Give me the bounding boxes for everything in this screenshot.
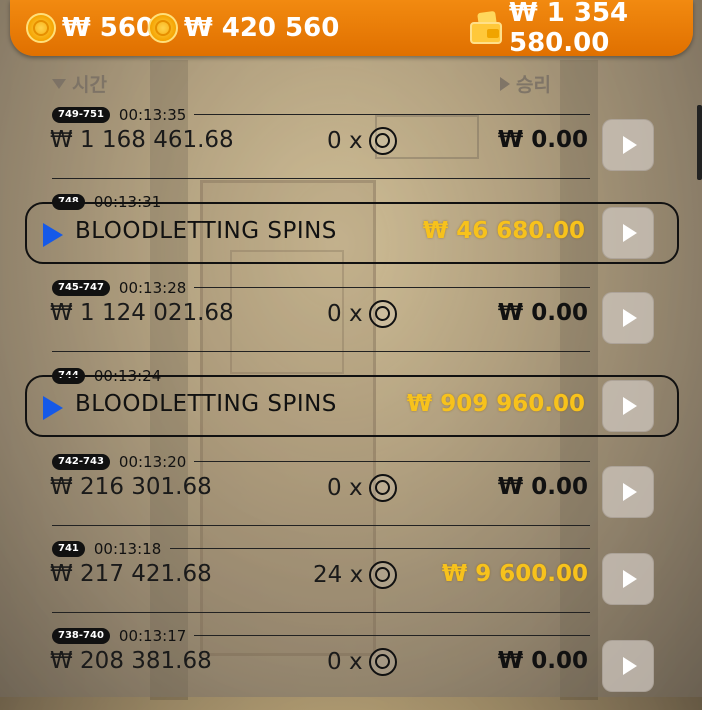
- coin-icon: [148, 13, 178, 43]
- feature-label: BLOODLETTING SPINS: [75, 391, 337, 417]
- feature-label: BLOODLETTING SPINS: [75, 218, 337, 244]
- coins-total-value: ₩ 420 560: [184, 13, 340, 43]
- replay-button[interactable]: [602, 119, 654, 171]
- chip-count: 24 x: [313, 561, 398, 589]
- win-amount: ₩ 9 600.00: [441, 561, 588, 587]
- play-arrow-icon: [43, 223, 63, 247]
- history-row: 749-751 00:13:35 ₩ 1 168 461.68 0 x ₩ 0.…: [0, 105, 702, 189]
- bet-amount: ₩ 208 381.68: [50, 648, 212, 674]
- win-amount: ₩ 0.00: [497, 474, 588, 500]
- play-icon: [623, 570, 637, 588]
- chip-icon: [368, 648, 397, 676]
- row-time: 00:13:35: [118, 106, 187, 124]
- play-icon: [623, 657, 637, 675]
- feature-win: ₩ 909 960.00: [406, 391, 585, 417]
- replay-button[interactable]: [602, 380, 654, 432]
- column-header-time[interactable]: 시간: [52, 70, 107, 97]
- history-row: 741 00:13:18 ₩ 217 421.68 24 x ₩ 9 600.0…: [0, 539, 702, 623]
- feature-box: BLOODLETTING SPINS ₩ 46 680.00: [25, 202, 679, 264]
- play-icon: [623, 397, 637, 415]
- replay-button[interactable]: [602, 292, 654, 344]
- chip-icon: [368, 127, 397, 155]
- row-time: 00:13:20: [118, 453, 187, 471]
- feature-win: ₩ 46 680.00: [422, 218, 585, 244]
- round-badge: 741: [52, 541, 85, 557]
- replay-button[interactable]: [602, 553, 654, 605]
- chip-icon: [369, 561, 398, 589]
- replay-button[interactable]: [602, 640, 654, 692]
- coin-icon: [26, 13, 56, 43]
- bet-amount: ₩ 216 301.68: [50, 474, 212, 500]
- round-badge: 742-743: [52, 454, 110, 470]
- balance: ₩ 1 354 580.00: [470, 0, 693, 58]
- win-amount: ₩ 0.00: [497, 300, 588, 326]
- history-row-feature: 744 00:13:24 BLOODLETTING SPINS ₩ 909 96…: [0, 366, 702, 450]
- coins-total: ₩ 420 560: [148, 8, 339, 48]
- coins-small-value: ₩ 560: [62, 13, 155, 43]
- chip-icon: [368, 474, 397, 502]
- play-icon: [623, 136, 637, 154]
- bet-amount: ₩ 217 421.68: [50, 561, 212, 587]
- chip-icon: [368, 300, 397, 328]
- history-row: 738-740 00:13:17 ₩ 208 381.68 0 x ₩ 0.00: [0, 626, 702, 710]
- chip-count: 0 x: [327, 648, 397, 676]
- history-row: 745-747 00:13:28 ₩ 1 124 021.68 0 x ₩ 0.…: [0, 278, 702, 362]
- round-badge: 738-740: [52, 628, 110, 644]
- play-arrow-icon: [43, 396, 63, 420]
- round-badge: 745-747: [52, 280, 110, 296]
- play-icon: [623, 309, 637, 327]
- bet-amount: ₩ 1 124 021.68: [50, 300, 234, 326]
- play-icon: [623, 483, 637, 501]
- column-header-win[interactable]: 승리: [500, 70, 551, 97]
- top-bar: ₩ 560 ₩ 420 560 ₩ 1 354 580.00: [10, 0, 693, 58]
- bet-amount: ₩ 1 168 461.68: [50, 127, 234, 153]
- wallet-icon: [470, 10, 502, 44]
- sort-down-icon: [52, 78, 66, 89]
- sort-right-icon: [500, 76, 510, 91]
- coins-small: ₩ 560: [26, 8, 154, 48]
- chip-count: 0 x: [327, 127, 397, 155]
- chip-count: 0 x: [327, 300, 397, 328]
- balance-value: ₩ 1 354 580.00: [508, 0, 629, 58]
- row-time: 00:13:17: [118, 627, 187, 645]
- feature-box: BLOODLETTING SPINS ₩ 909 960.00: [25, 375, 679, 437]
- row-time: 00:13:18: [93, 540, 162, 558]
- round-badge: 749-751: [52, 107, 110, 123]
- replay-button[interactable]: [602, 207, 654, 259]
- row-time: 00:13:28: [118, 279, 187, 297]
- play-icon: [623, 224, 637, 242]
- win-amount: ₩ 0.00: [497, 648, 588, 674]
- chip-count: 0 x: [327, 474, 397, 502]
- replay-button[interactable]: [602, 466, 654, 518]
- history-row: 742-743 00:13:20 ₩ 216 301.68 0 x ₩ 0.00: [0, 452, 702, 536]
- win-amount: ₩ 0.00: [497, 127, 588, 153]
- history-row-feature: 748 00:13:31 BLOODLETTING SPINS ₩ 46 680…: [0, 192, 702, 276]
